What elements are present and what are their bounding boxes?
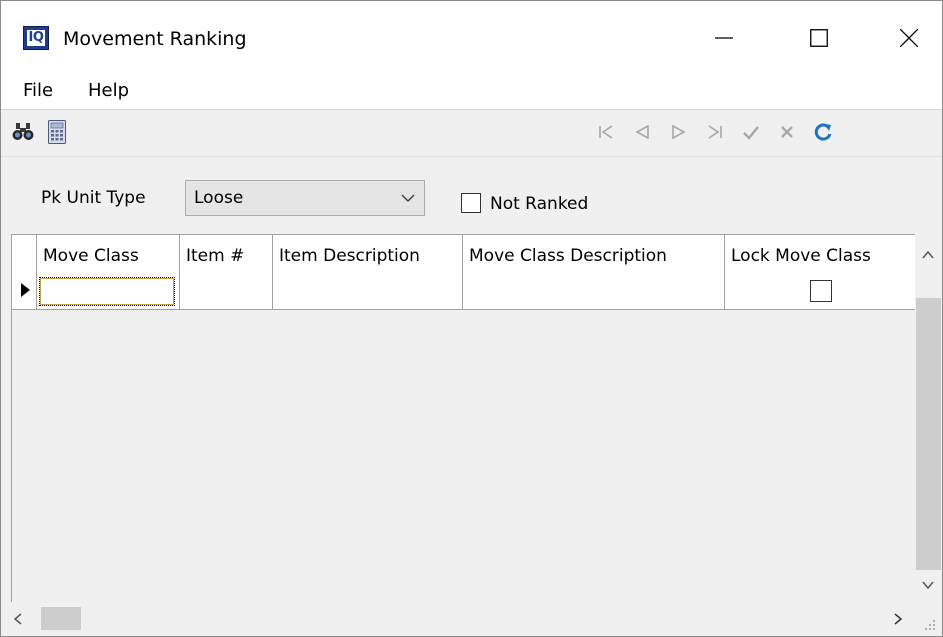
next-record-icon — [672, 125, 686, 139]
movement-ranking-grid: Move Class Item # Item Description Move … — [11, 234, 942, 603]
app-logo-text: IQ — [26, 30, 46, 46]
pk-unit-type-value: Loose — [194, 188, 244, 208]
move-class-cell-editor[interactable] — [39, 277, 175, 306]
calculator-icon — [48, 120, 66, 144]
calculator-button[interactable] — [45, 120, 69, 144]
scroll-down-arrow-icon[interactable] — [921, 578, 935, 592]
col-header-lock-move-class: Lock Move Class — [731, 246, 871, 266]
minimize-button[interactable] — [701, 13, 747, 63]
last-record-icon — [708, 125, 722, 139]
vertical-scrollbar[interactable] — [915, 234, 942, 602]
cancel-x-icon — [781, 126, 793, 138]
vertical-scroll-thumb[interactable] — [916, 298, 941, 570]
post-check-icon — [743, 126, 759, 140]
prev-record-button[interactable] — [630, 120, 654, 144]
refresh-button[interactable] — [811, 120, 835, 144]
resize-grip-icon[interactable] — [919, 614, 937, 632]
refresh-icon — [814, 123, 832, 141]
menu-bar: File Help — [1, 73, 942, 110]
horizontal-scroll-thumb[interactable] — [41, 607, 81, 630]
scroll-right-arrow-icon[interactable] — [891, 612, 905, 626]
close-button[interactable] — [886, 13, 932, 63]
scroll-left-arrow-icon[interactable] — [11, 612, 25, 626]
post-button[interactable] — [739, 120, 763, 144]
next-record-button[interactable] — [667, 120, 691, 144]
current-row-pointer-icon — [21, 283, 30, 297]
not-ranked-checkbox[interactable] — [461, 193, 481, 213]
title-bar[interactable]: IQ Movement Ranking — [1, 1, 942, 73]
window-title: Movement Ranking — [63, 28, 247, 50]
prev-record-icon — [635, 125, 649, 139]
app-logo-icon: IQ — [23, 26, 49, 50]
binoculars-icon — [12, 123, 34, 140]
col-move-class-description[interactable]: Move Class Description — [463, 235, 725, 309]
last-record-button[interactable] — [703, 120, 727, 144]
find-button[interactable] — [11, 120, 35, 144]
maximize-icon — [810, 29, 828, 47]
col-item-no[interactable]: Item # — [180, 235, 273, 309]
lock-move-class-checkbox[interactable] — [810, 280, 832, 302]
chevron-down-icon — [401, 194, 415, 202]
col-header-move-class-description: Move Class Description — [469, 246, 667, 266]
not-ranked-label[interactable]: Not Ranked — [490, 194, 588, 214]
maximize-button[interactable] — [796, 13, 842, 63]
menu-file[interactable]: File — [23, 80, 53, 101]
menu-help[interactable]: Help — [88, 80, 129, 101]
col-header-item-description: Item Description — [279, 246, 420, 266]
close-icon — [900, 29, 918, 47]
cancel-button[interactable] — [775, 120, 799, 144]
pk-unit-type-label: Pk Unit Type — [41, 188, 146, 208]
toolbar — [1, 110, 942, 157]
first-record-button[interactable] — [594, 120, 618, 144]
minimize-icon — [715, 37, 733, 39]
pk-unit-type-select[interactable]: Loose — [185, 180, 425, 216]
scroll-up-arrow-icon[interactable] — [921, 248, 935, 262]
row-indicator-column[interactable] — [12, 235, 37, 309]
col-header-move-class: Move Class — [43, 246, 139, 266]
col-header-item-no: Item # — [186, 246, 245, 266]
col-item-description[interactable]: Item Description — [273, 235, 463, 309]
movement-ranking-window: IQ Movement Ranking File Help Pk Unit Ty… — [0, 0, 943, 637]
first-record-icon — [599, 125, 613, 139]
grid-header-area: Move Class Item # Item Description Move … — [12, 235, 916, 310]
horizontal-scrollbar[interactable] — [1, 602, 942, 636]
